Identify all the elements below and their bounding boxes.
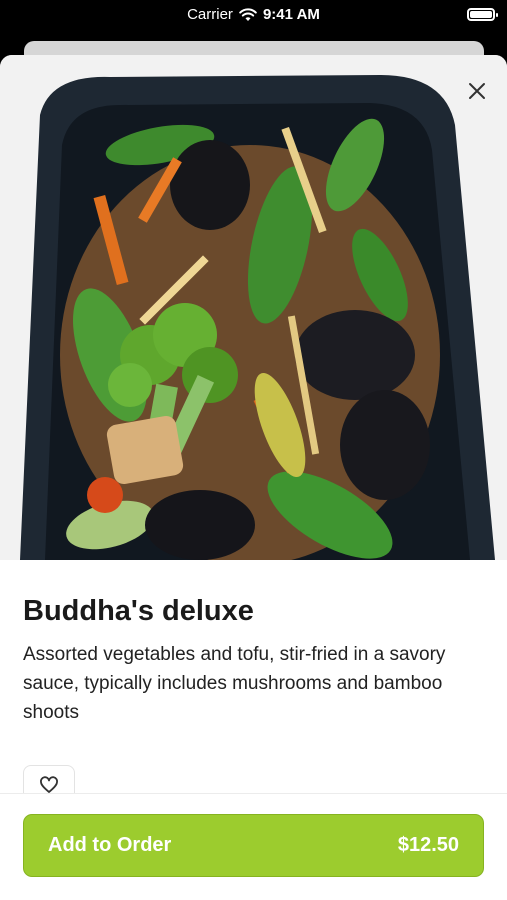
food-photo [0, 55, 507, 560]
order-footer: Add to Order $12.50 [0, 793, 507, 900]
item-detail-sheet: Buddha's deluxe Assorted vegetables and … [0, 55, 507, 900]
status-bar-center: Carrier 9:41 AM [0, 6, 507, 23]
battery-icon [467, 8, 498, 21]
status-bar: Carrier 9:41 AM [0, 0, 507, 40]
close-icon [469, 83, 485, 99]
food-photo-icon [20, 75, 495, 560]
heart-icon [40, 776, 58, 793]
close-button[interactable] [459, 73, 495, 109]
wifi-icon [239, 7, 257, 21]
carrier-label: Carrier [187, 6, 233, 23]
clock-label: 9:41 AM [262, 6, 320, 23]
price-label: $12.50 [397, 834, 459, 856]
add-to-order-button[interactable]: Add to Order $12.50 [23, 814, 484, 877]
item-info: Buddha's deluxe Assorted vegetables and … [23, 595, 485, 727]
item-title: Buddha's deluxe [23, 595, 254, 627]
item-description: Assorted vegetables and tofu, stir-fried… [23, 644, 446, 723]
add-to-order-label: Add to Order [48, 834, 172, 856]
